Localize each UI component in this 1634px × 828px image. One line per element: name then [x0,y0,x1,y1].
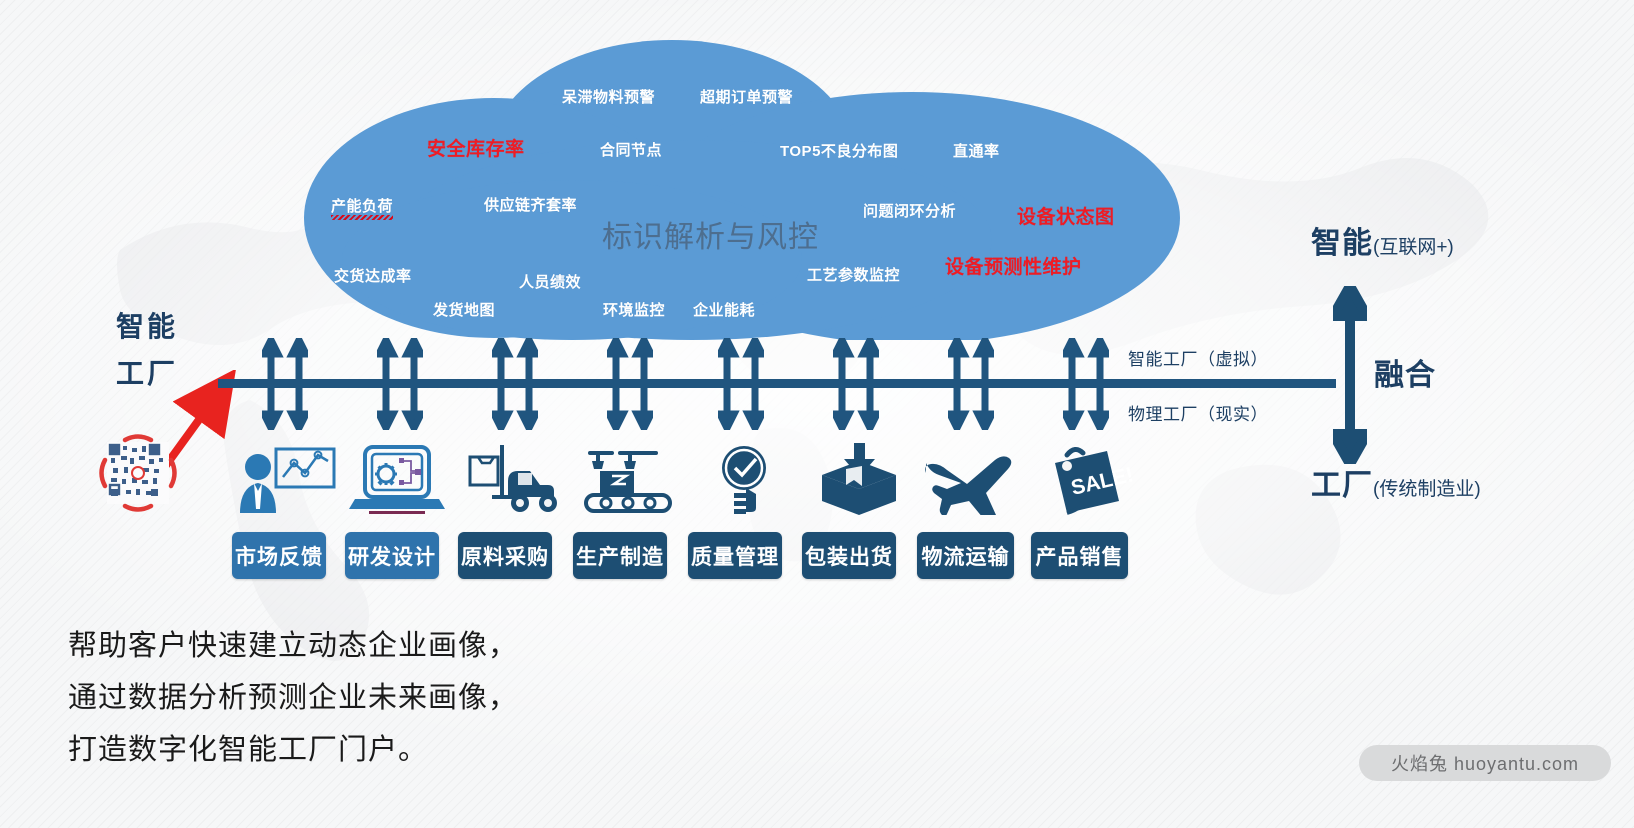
process-chip-1-label: 研发设计 [348,545,436,569]
arrow-pair-6 [948,338,994,430]
cloud-label-16: 企业能耗 [693,302,756,319]
icon-slot-market-feedback [236,443,340,515]
process-chip-0[interactable]: 市场反馈 [232,532,326,579]
arrow-pair-2 [492,338,538,430]
process-chip-4-label: 质量管理 [691,545,779,569]
conveyor-robot-icon [584,451,672,513]
right-top-label-sub: (互联网+) [1373,237,1454,258]
process-chip-7-label: 产品销售 [1035,545,1124,569]
arrow-pair-0 [262,338,308,430]
cloud-label-12: 工艺参数监控 [807,267,901,284]
left-title-line1: 智能 [116,311,179,342]
process-chip-5-label: 包装出货 [805,545,893,569]
rail-label-virtual: 智能工厂（虚拟） [1128,350,1268,369]
icon-slot-quality [694,443,798,515]
process-chip-1[interactable]: 研发设计 [345,532,439,579]
watermark-badge: 火焰兔 huoyantu.com [1359,745,1611,781]
cloud-label-15: 环境监控 [603,302,666,319]
cloud-label-0: 呆滞物料预警 [562,89,656,106]
process-chip-3-label: 生产制造 [576,545,664,569]
cloud-label-13: 设备预测性维护 [945,257,1082,278]
arrow-pair-3 [607,338,653,430]
icon-slot-sales: SALE! [1033,443,1137,515]
cloud-label-9: 设备状态图 [1017,207,1115,228]
sale-tag-icon: SALE! [1055,447,1136,515]
process-chip-5[interactable]: 包装出货 [802,532,896,579]
right-top-label: 智能(互联网+) [1311,218,1454,262]
process-chip-4[interactable]: 质量管理 [688,532,782,579]
cloud-label-11: 人员绩效 [519,274,582,291]
summary-copy: 帮助客户快速建立动态企业画像， 通过数据分析预测企业未来画像， 打造数字化智能工… [68,620,518,776]
cloud-label-5: 直通率 [953,143,1000,160]
icon-slot-material-purchase [462,443,566,515]
forklift-icon [468,445,557,512]
fusion-double-arrow-icon [1333,286,1367,464]
right-bottom-label-main: 工厂 [1311,469,1373,502]
cloud-label-10: 交货达成率 [334,268,412,285]
process-chip-7[interactable]: 产品销售 [1031,532,1128,579]
cloud-label-3: 合同节点 [600,142,663,159]
cloud-label-4: TOP5不良分布图 [780,143,899,160]
right-bottom-label-sub: (传统制造业) [1373,479,1481,500]
right-top-label-main: 智能 [1311,227,1373,260]
right-middle-label: 融合 [1374,359,1436,392]
arrow-pair-7 [1063,338,1109,430]
arrow-pair-5 [833,338,879,430]
cloud-label-1: 超期订单预警 [700,89,794,106]
cloud-title: 标识解析与风控 [602,221,819,254]
process-chip-2-label: 原料采购 [461,545,549,569]
spellcheck-squiggle-icon [331,215,394,220]
cloud-label-7: 供应链齐套率 [484,197,578,214]
icon-slot-logistics [918,443,1022,515]
right-bottom-label: 工厂(传统制造业) [1311,460,1481,504]
cloud-shape-container: 标识解析与风控 呆滞物料预警 超期订单预警 安全库存率 合同节点 TOP5不良分… [272,22,1184,340]
cloud-label-6-text-wrap: 产能负荷 [331,195,394,220]
summary-copy-line3: 打造数字化智能工厂门户。 [68,734,429,766]
cloud-label-14: 发货地图 [433,302,496,319]
arrow-pair-4 [718,338,764,430]
package-box-icon [822,443,896,515]
process-chip-2[interactable]: 原料采购 [458,532,552,579]
process-chip-3[interactable]: 生产制造 [573,532,667,579]
icon-slot-rd-design [345,443,449,515]
cloud-icon [304,40,1180,340]
icon-slot-packaging [808,443,912,515]
slide-canvas: 标识解析与风控 呆滞物料预警 超期订单预警 安全库存率 合同节点 TOP5不良分… [0,0,1634,828]
analyst-chart-icon [240,447,336,513]
process-chip-0-label: 市场反馈 [235,545,323,569]
magnifier-check-icon [722,446,766,514]
process-chip-6[interactable]: 物流运输 [917,532,1014,579]
cloud-label-6: 产能负荷 [331,198,394,215]
summary-copy-line2: 通过数据分析预测企业未来画像， [68,682,519,714]
cloud-label-8: 问题闭环分析 [863,203,957,220]
rail-label-physical: 物理工厂（现实） [1128,405,1268,424]
qr-code-icon[interactable] [99,434,177,512]
arrow-pair-1 [377,338,423,430]
summary-copy-line1: 帮助客户快速建立动态企业画像， [68,630,519,662]
laptop-gear-icon [349,445,445,514]
icon-slot-production [576,443,680,515]
cloud-label-6-wrap: 产能负荷 [331,195,394,220]
process-chip-6-label: 物流运输 [921,545,1010,569]
cloud-label-2: 安全库存率 [427,139,525,160]
airplane-icon [925,456,1012,515]
